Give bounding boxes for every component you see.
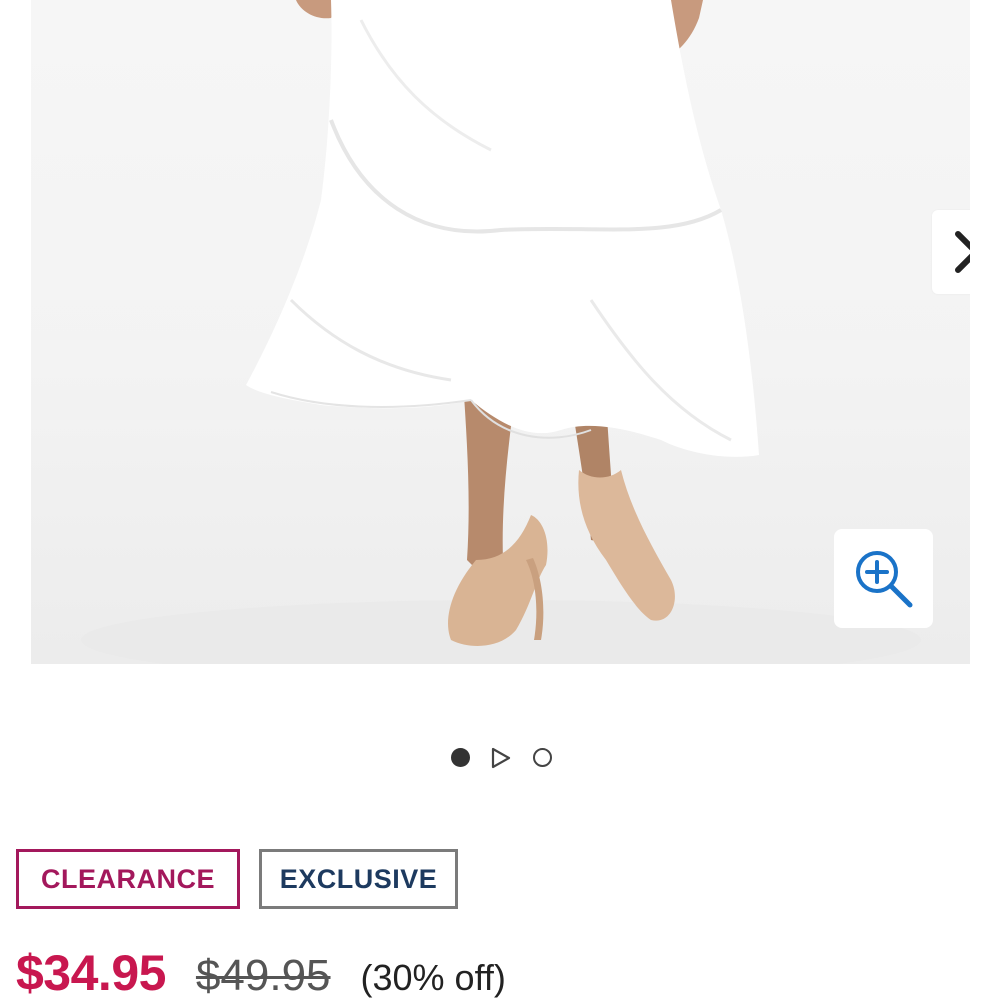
- price-row: $34.95 $49.95 (30% off): [16, 944, 506, 1000]
- product-image[interactable]: [31, 0, 970, 664]
- sale-price: $34.95: [16, 945, 166, 1000]
- zoom-button[interactable]: [834, 529, 933, 628]
- original-price: $49.95: [195, 951, 331, 1000]
- carousel-dot[interactable]: [533, 748, 552, 767]
- exclusive-badge: EXCLUSIVE: [259, 849, 458, 909]
- product-image-gallery[interactable]: [31, 0, 970, 664]
- next-image-button[interactable]: [932, 210, 970, 294]
- product-page: CLEARANCE EXCLUSIVE $34.95 $49.95 (30% o…: [0, 0, 1000, 1000]
- carousel-dot-active[interactable]: [451, 748, 470, 767]
- play-video-icon[interactable]: [490, 746, 512, 770]
- zoom-in-icon: [855, 550, 912, 607]
- discount-percent: (30% off): [360, 957, 506, 998]
- chevron-right-icon: [954, 231, 970, 273]
- clearance-badge: CLEARANCE: [16, 849, 240, 909]
- carousel-indicators: [448, 745, 556, 771]
